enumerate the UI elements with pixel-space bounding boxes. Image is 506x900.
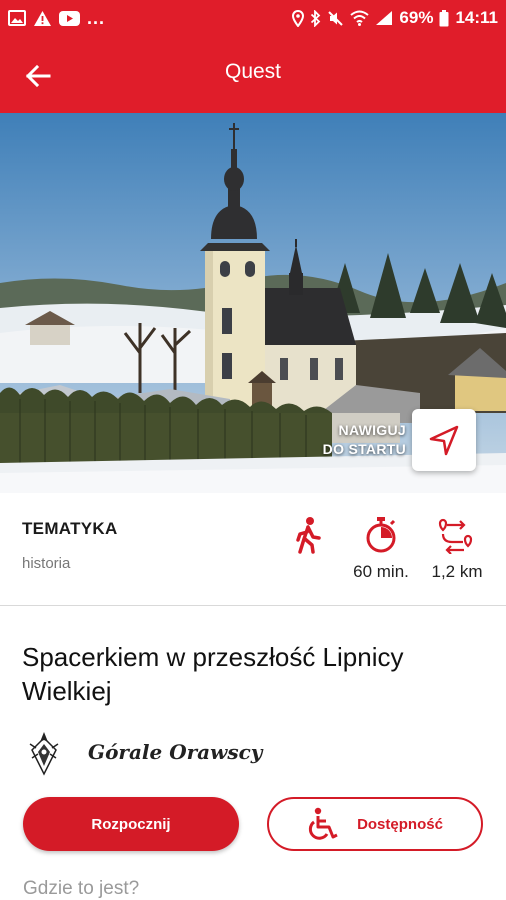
navigation-arrow-icon xyxy=(429,425,459,456)
wifi-icon xyxy=(350,10,370,26)
status-bar: ... 69% 14:11 xyxy=(0,0,506,36)
walking-icon xyxy=(296,517,321,554)
mute-icon xyxy=(328,10,344,26)
bluetooth-icon xyxy=(311,9,321,27)
travel-mode xyxy=(288,515,328,555)
signal-icon xyxy=(376,11,393,25)
more-notifications: ... xyxy=(87,7,106,28)
battery-percent: 69% xyxy=(399,8,434,27)
quest-title: Spacerkiem w przeszłość Lipnicy Wielkiej xyxy=(22,642,404,706)
author-logo xyxy=(29,732,59,776)
app-bar: Quest xyxy=(0,36,506,113)
image-icon xyxy=(8,10,26,26)
start-quest-button[interactable]: Rozpocznij xyxy=(23,797,239,851)
location-section-heading: Gdzie to jest? xyxy=(23,878,140,899)
system-icons: 69% 14:11 xyxy=(292,0,498,36)
distance-value: 1,2 km xyxy=(431,562,483,581)
navigate-to-start-label: NAWIGUJ DO STARTU xyxy=(322,422,406,457)
location-icon xyxy=(292,9,305,27)
topic-label: TEMATYKA xyxy=(22,519,118,538)
duration-value: 60 min. xyxy=(353,562,409,581)
warning-icon xyxy=(34,10,51,26)
youtube-icon xyxy=(59,10,80,26)
navigate-to-start-button[interactable] xyxy=(412,409,476,471)
duration-stat: 60 min. xyxy=(346,515,416,582)
wheelchair-icon xyxy=(309,807,338,840)
quest-info-row: TEMATYKA historia 60 min. 1,2 km xyxy=(0,493,506,606)
distance-stat: 1,2 km xyxy=(422,515,492,582)
accessibility-label: Dostępność xyxy=(357,815,443,833)
battery-icon xyxy=(439,9,449,26)
start-quest-label: Rozpocznij xyxy=(91,815,171,833)
clock: 14:11 xyxy=(455,8,498,27)
page-title: Quest xyxy=(224,60,282,83)
notification-icons: ... xyxy=(8,0,105,36)
route-icon xyxy=(438,518,473,554)
topic-value: historia xyxy=(22,555,71,572)
accessibility-button[interactable]: Dostępność xyxy=(267,797,483,851)
stopwatch-icon xyxy=(366,517,396,553)
author-name: Górale Orawscy xyxy=(88,740,263,764)
hero-image: NAWIGUJ DO STARTU xyxy=(0,113,506,493)
